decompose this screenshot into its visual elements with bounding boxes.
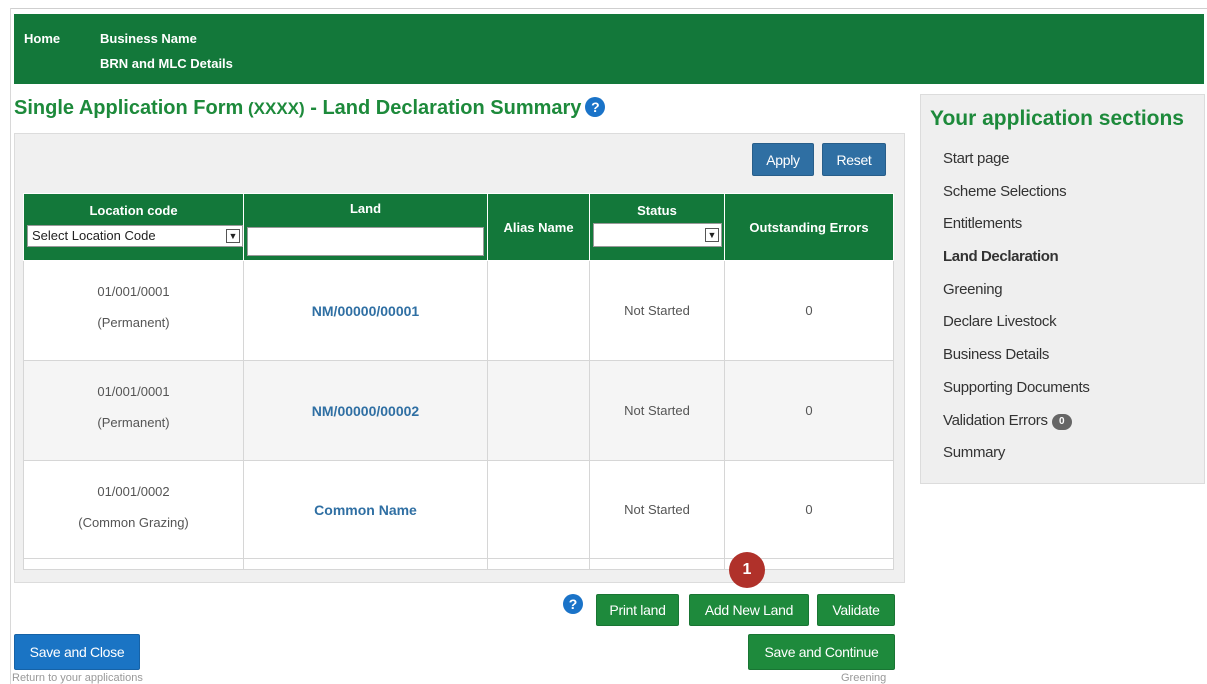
sidebar-item-summary[interactable]: Summary [943,439,1090,472]
chevron-down-icon: ▼ [705,228,719,242]
land-header-label: Land [349,201,382,216]
sidebar-item-start-page[interactable]: Start page [943,145,1090,178]
location-type-value: (Permanent) [97,414,170,430]
alias-name-header-label: Alias Name [503,219,574,235]
land-cell: NM/00000/00001 [243,260,488,361]
sidebar-item-label: Start page [943,150,1010,167]
land-cell: Common Name [243,460,488,559]
window-top-edge [0,0,1207,9]
page-title-suffix: - Land Declaration Summary [304,97,582,119]
sidebar-item-label: Business Details [943,346,1050,364]
status-cell: Not Started [589,260,725,361]
location-code-value: 01/001/0001 [97,383,170,399]
sidebar-title: Your application sections [930,107,1184,130]
validate-button[interactable]: Validate [817,594,895,626]
status-cell: Not Started [589,360,725,461]
location-type-value: (Permanent) [97,314,170,330]
column-header-alias-name: Alias Name [487,193,590,261]
status-cell: Not Started [589,460,725,559]
land-declaration-table: Location code Select Location Code ▼ Lan… [23,193,894,570]
help-icon[interactable]: ? [563,594,583,614]
return-hint: Return to your applications [12,672,143,684]
column-header-outstanding-errors: Outstanding Errors [724,193,894,261]
spacer-cell [487,558,590,570]
page-title: Single Application Form (XXXX) - Land De… [14,97,606,120]
reset-button[interactable]: Reset [822,143,886,176]
alias-cell [487,360,590,461]
column-header-location-code: Location code Select Location Code ▼ [23,193,244,261]
land-link[interactable]: Common Name [314,502,417,518]
print-land-button[interactable]: Print land [596,594,679,626]
home-link[interactable]: Home [24,31,60,46]
errors-cell: 0 [724,360,894,461]
help-icon[interactable]: ? [585,97,606,117]
step-marker: 1 [729,552,765,588]
error-count-badge: 0 [1051,413,1072,430]
sidebar-item-label: Land Declaration [943,248,1059,266]
errors-cell: 0 [724,460,894,559]
sidebar-item-validation-errors[interactable]: Validation Errors 0 [943,407,1090,440]
table-header-row: Location code Select Location Code ▼ Lan… [23,193,894,261]
sidebar-item-label: Scheme Selections [943,182,1067,200]
status-select[interactable]: ▼ [593,223,722,247]
sidebar-item-label: Entitlements [943,215,1022,233]
errors-cell: 0 [724,260,894,361]
sidebar-item-business-details[interactable]: Business Details [943,341,1090,374]
sidebar-item-declare-livestock[interactable]: Declare Livestock [943,308,1090,341]
location-code-value: 01/001/0001 [97,283,170,299]
alias-cell [487,260,590,361]
business-name-link[interactable]: Business Name [100,31,197,46]
save-and-close-button[interactable]: Save and Close [14,634,140,670]
page-title-main: Single Application Form [14,97,244,119]
sidebar-item-land-declaration[interactable]: Land Declaration [943,243,1090,276]
top-navigation-bar: Home Business Name BRN and MLC Details [14,14,1204,84]
spacer-cell [589,558,725,570]
spacer-cell [23,558,244,570]
status-header-label: Status [637,203,677,218]
table-row: 01/001/0001 (Permanent) NM/00000/00002 No… [23,360,894,461]
window-left-edge [0,8,11,684]
outstanding-errors-header-label: Outstanding Errors [749,219,869,235]
location-code-value: 01/001/0002 [97,483,170,499]
location-code-cell: 01/001/0001 (Permanent) [23,260,244,361]
location-code-cell: 01/001/0001 (Permanent) [23,360,244,461]
application-sections-sidebar: Your application sections Start page Sch… [920,94,1205,484]
column-header-status: Status ▼ [589,193,725,261]
column-header-land: Land [243,193,488,261]
location-type-value: (Common Grazing) [78,514,189,530]
sidebar-nav: Start page Scheme Selections Entitlement… [943,145,1090,472]
sidebar-item-label: Supporting Documents [943,378,1090,396]
land-link[interactable]: NM/00000/00002 [312,403,419,419]
sidebar-item-label: Declare Livestock [943,313,1057,331]
page-title-code: (XXXX) [243,99,305,118]
location-code-select[interactable]: Select Location Code ▼ [27,225,243,247]
spacer-cell [243,558,488,570]
land-filter-input[interactable] [247,227,484,256]
sidebar-item-entitlements[interactable]: Entitlements [943,210,1090,243]
location-code-header-label: Location code [89,203,178,218]
location-code-select-value: Select Location Code [32,228,156,243]
land-cell: NM/00000/00002 [243,360,488,461]
land-link[interactable]: NM/00000/00001 [312,303,419,319]
alias-cell [487,460,590,559]
save-and-continue-button[interactable]: Save and Continue [748,634,895,670]
add-new-land-button[interactable]: Add New Land [689,594,809,626]
location-code-cell: 01/001/0002 (Common Grazing) [23,460,244,559]
chevron-down-icon: ▼ [226,229,240,243]
sidebar-item-scheme-selections[interactable]: Scheme Selections [943,178,1090,211]
table-row: 01/001/0001 (Permanent) NM/00000/00001 No… [23,260,894,361]
apply-button[interactable]: Apply [752,143,814,176]
table-row: 01/001/0002 (Common Grazing) Common Name … [23,460,894,559]
sidebar-item-label: Greening [943,280,1003,298]
next-section-hint: Greening [841,672,887,684]
brn-mlc-details-link[interactable]: BRN and MLC Details [100,56,233,71]
sidebar-item-supporting-documents[interactable]: Supporting Documents [943,374,1090,407]
sidebar-item-label: Summary [943,444,1006,462]
sidebar-item-greening[interactable]: Greening [943,276,1090,309]
sidebar-item-label: Validation Errors [943,411,1048,429]
